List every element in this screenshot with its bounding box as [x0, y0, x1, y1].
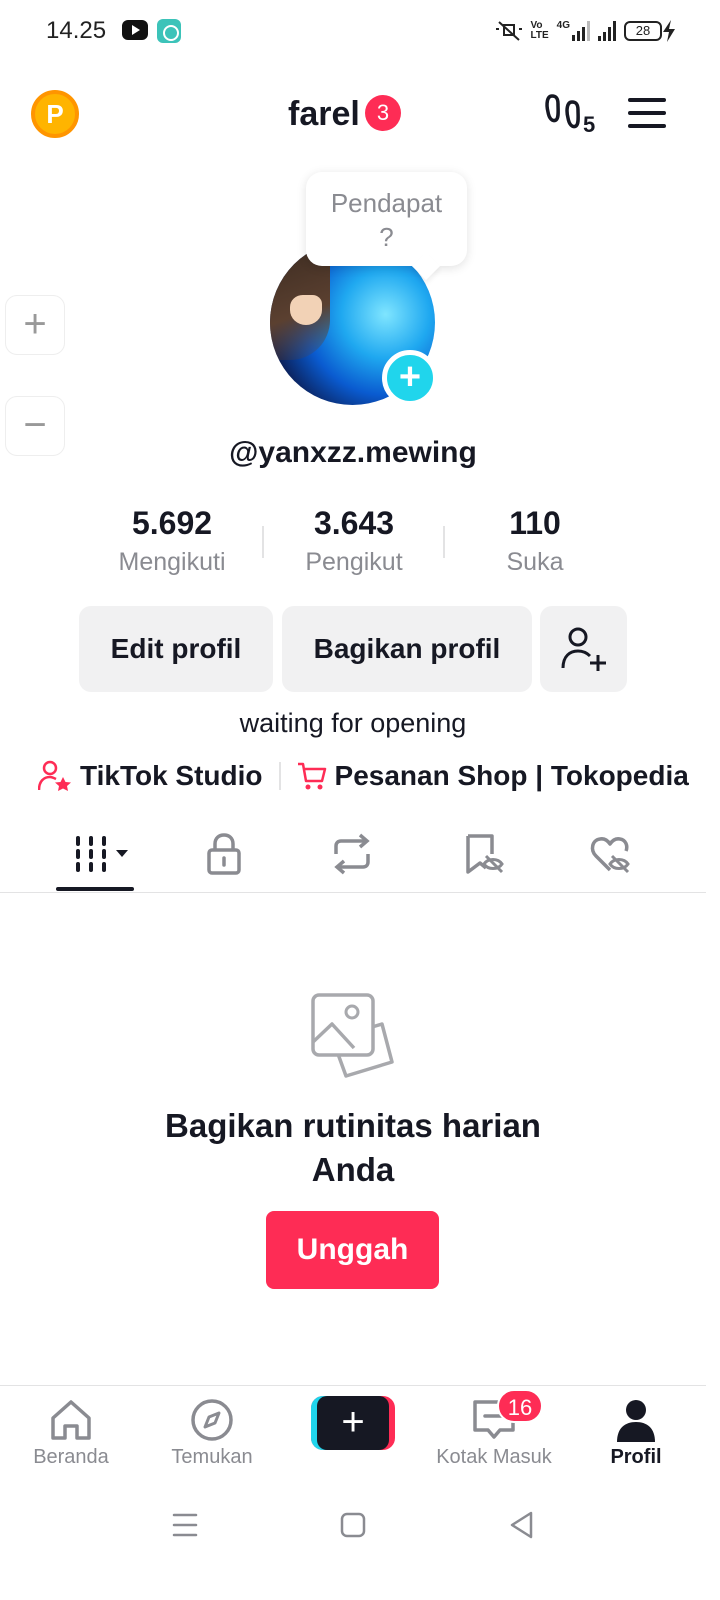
home-button-icon[interactable]: [336, 1508, 370, 1542]
photo-stack-icon: [311, 993, 394, 1078]
stat-label: Mengikuti: [118, 548, 226, 576]
nav-profile[interactable]: Profil: [566, 1396, 706, 1469]
person-icon: [617, 1400, 655, 1442]
nav-label: Kotak Masuk: [436, 1446, 552, 1468]
menu-icon[interactable]: [628, 98, 666, 128]
heart-hidden-icon[interactable]: [588, 832, 632, 876]
stat-label: Suka: [506, 548, 564, 576]
app-notification-icon: [157, 19, 181, 43]
profile-bio: waiting for opening: [239, 708, 467, 738]
account-notification-badge: 3: [365, 95, 401, 131]
profile-views-count: 5: [583, 112, 596, 137]
person-star-icon: [38, 760, 71, 791]
stat-value: 3.643: [313, 505, 395, 541]
repost-icon[interactable]: [330, 832, 374, 876]
battery-indicator: 28: [624, 21, 662, 41]
volte-indicator: Vo LTE: [530, 20, 549, 41]
avatar-add-button[interactable]: +: [382, 350, 438, 406]
followers-stat[interactable]: 3.643 Pengikut: [264, 505, 444, 577]
profile-links: TikTok Studio Pesanan Shop | Tokopedia: [38, 760, 689, 792]
stat-value: 5.692: [131, 505, 213, 541]
cart-icon: [297, 762, 326, 790]
4g-signal: 4G: [557, 21, 590, 41]
charging-icon: [663, 20, 675, 42]
nav-home[interactable]: Beranda: [1, 1396, 141, 1469]
network-type: 4G: [556, 20, 570, 31]
nav-label: Profil: [610, 1446, 662, 1468]
home-icon: [51, 1400, 91, 1440]
add-friend-button[interactable]: [540, 606, 627, 692]
signal-icon: [598, 21, 616, 41]
nav-discover[interactable]: Temukan: [142, 1396, 282, 1469]
tiktok-studio-link[interactable]: TikTok Studio: [80, 760, 263, 792]
edit-profile-button[interactable]: Edit profil: [79, 606, 273, 692]
nav-label: Beranda: [33, 1446, 109, 1468]
link-divider: [278, 762, 281, 790]
plus-icon: +: [317, 1396, 389, 1450]
profile-views-icon[interactable]: [544, 92, 588, 134]
header-username[interactable]: farel: [288, 95, 360, 134]
feedback-tooltip[interactable]: Pendapat ?: [306, 172, 467, 266]
lock-icon[interactable]: [202, 832, 246, 876]
stat-value: 110: [509, 505, 561, 541]
status-time: 14.25: [46, 17, 107, 44]
likes-stat[interactable]: 110 Suka: [445, 505, 625, 577]
stat-label: Pengikut: [305, 548, 403, 576]
grid-icon[interactable]: [74, 832, 130, 876]
inbox-badge: 16: [497, 1389, 543, 1423]
mute-icon: [495, 21, 522, 41]
bottom-nav-border: [0, 1385, 706, 1386]
recent-apps-icon[interactable]: [168, 1508, 202, 1542]
tab-divider: [0, 892, 706, 893]
status-indicators: Vo LTE 4G 28: [495, 14, 662, 48]
zoom-in-button[interactable]: +: [5, 295, 65, 355]
bookmark-hidden-icon[interactable]: [462, 832, 506, 876]
nav-inbox[interactable]: Kotak Masuk: [424, 1396, 564, 1469]
profile-handle: @yanxzz.mewing: [229, 436, 477, 469]
active-tab-indicator: [56, 887, 134, 891]
share-profile-button[interactable]: Bagikan profil: [282, 606, 532, 692]
empty-state-title: Bagikan rutinitas harian Anda: [0, 1104, 706, 1192]
back-icon[interactable]: [505, 1508, 539, 1542]
empty-state-text: Bagikan rutinitas harian Anda: [165, 1107, 541, 1188]
coin-icon[interactable]: P: [31, 90, 79, 138]
create-button[interactable]: +: [311, 1396, 395, 1450]
add-person-icon: [561, 627, 606, 671]
nav-label: Temukan: [171, 1446, 253, 1468]
compass-icon: [191, 1399, 233, 1441]
upload-button[interactable]: Unggah: [266, 1211, 439, 1289]
following-stat[interactable]: 5.692 Mengikuti: [82, 505, 262, 577]
youtube-notification-icon: [122, 20, 148, 40]
shop-orders-link[interactable]: Pesanan Shop | Tokopedia: [335, 760, 689, 792]
